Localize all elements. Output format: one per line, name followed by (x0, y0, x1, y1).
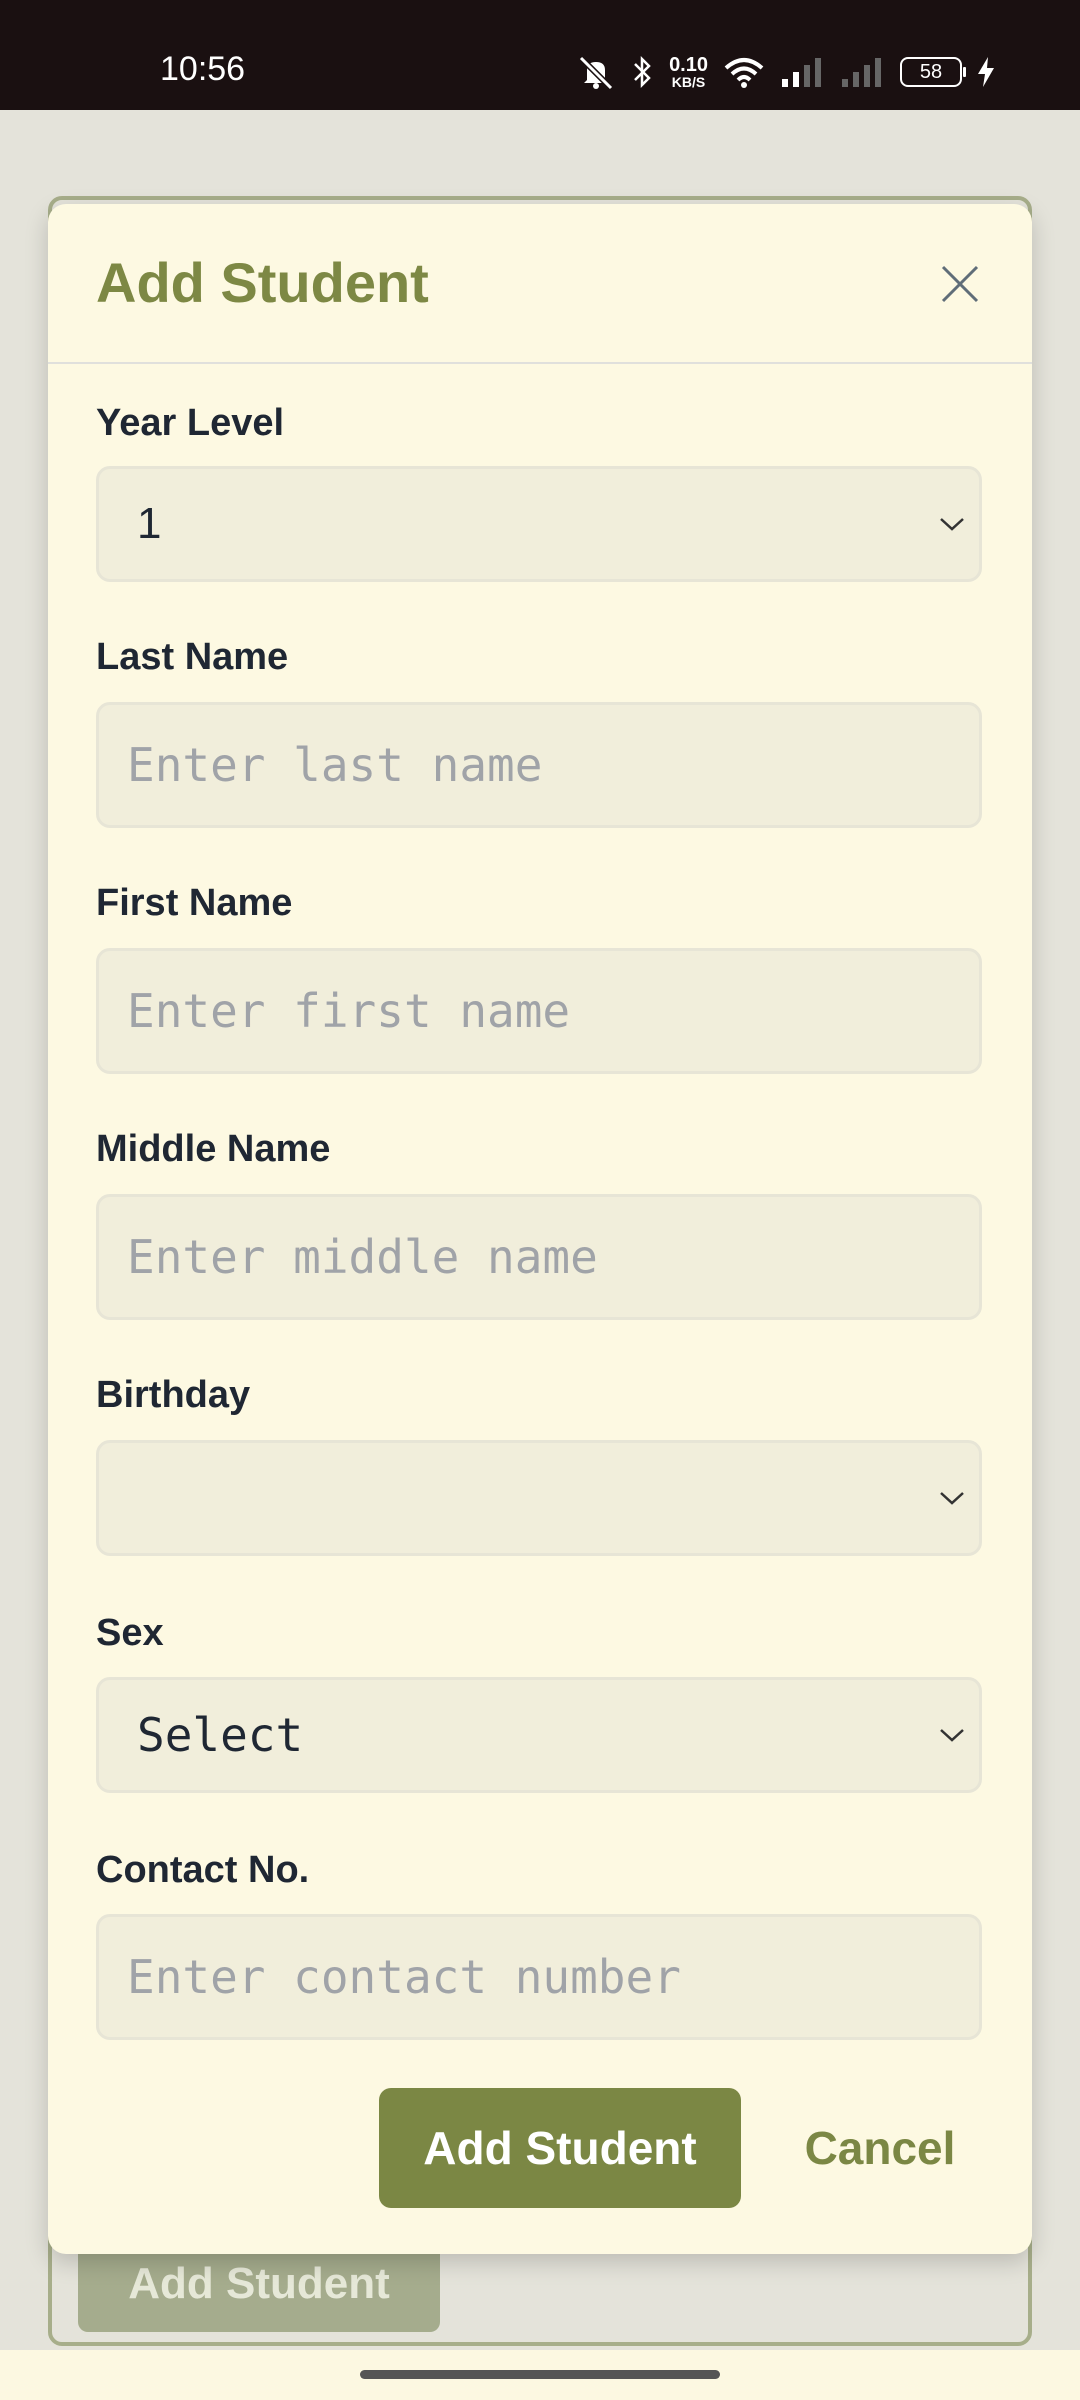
modal-title: Add Student (96, 251, 429, 314)
first-name-field (96, 948, 982, 1074)
birthday-picker[interactable] (96, 1440, 982, 1556)
add-student-modal: Add Student Year Level 1 Last Name First… (48, 204, 1032, 2254)
year-level-value: 1 (137, 499, 162, 548)
contact-input[interactable] (99, 1917, 979, 2037)
charging-icon (976, 55, 996, 89)
wifi-icon (722, 54, 766, 90)
battery-indicator: 58 (900, 57, 966, 87)
year-level-label: Year Level (96, 402, 285, 436)
home-indicator[interactable] (360, 2370, 720, 2379)
contact-field (96, 1914, 982, 2040)
net-speed-unit: KB/S (671, 74, 706, 90)
signal-icon (840, 55, 886, 89)
middle-name-input[interactable] (99, 1197, 979, 1317)
chevron-down-icon (937, 509, 967, 539)
chevron-down-icon (937, 1483, 967, 1513)
middle-name-label: Middle Name (96, 1128, 331, 1170)
last-name-field (96, 702, 982, 828)
sex-select[interactable]: Select (96, 1677, 982, 1793)
last-name-input[interactable] (99, 705, 979, 825)
year-level-select[interactable]: 1 (96, 466, 982, 582)
cancel-button[interactable]: Cancel (780, 2088, 980, 2208)
sex-value: Select (137, 1708, 304, 1762)
first-name-label: First Name (96, 882, 293, 924)
bluetooth-icon (631, 54, 655, 90)
contact-label: Contact No. (96, 1849, 310, 1891)
sex-label: Sex (96, 1612, 164, 1654)
modal-header: Add Student (48, 204, 1032, 364)
status-icons: 0.10 KB/S 58 (575, 50, 996, 94)
last-name-label: Last Name (96, 636, 289, 678)
mute-icon (575, 54, 617, 90)
add-student-button[interactable]: Add Student (379, 2088, 741, 2208)
net-speed-value: 0.10 (669, 54, 708, 76)
close-icon (941, 265, 979, 303)
birthday-label: Birthday (96, 1374, 251, 1416)
middle-name-field (96, 1194, 982, 1320)
status-bar: 10:56 0.10 KB/S 58 (0, 0, 1080, 110)
chevron-down-icon (937, 1720, 967, 1750)
net-speed: 0.10 KB/S (669, 55, 708, 89)
status-time: 10:56 (160, 50, 246, 88)
first-name-input[interactable] (99, 951, 979, 1071)
close-button[interactable] (932, 256, 988, 312)
signal-icon (780, 55, 826, 89)
